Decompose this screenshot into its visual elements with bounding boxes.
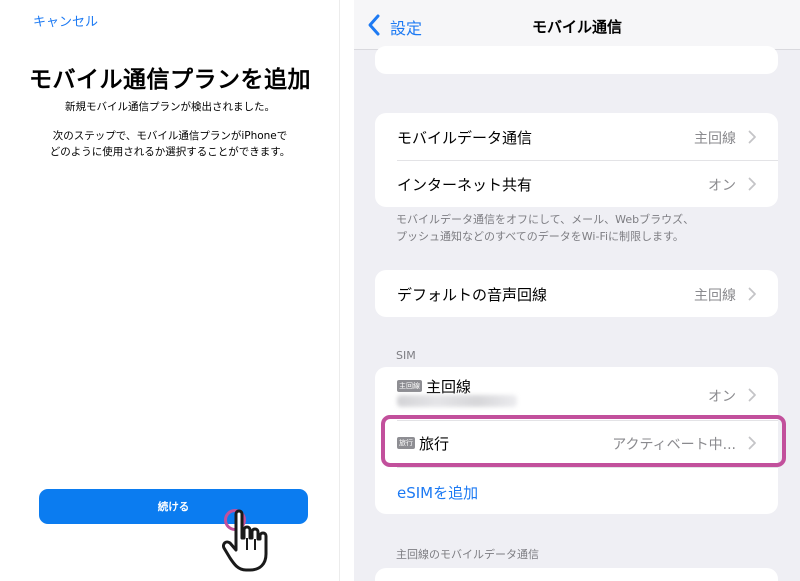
next-step-line-2: どのように使用されるか選択することができます。	[49, 146, 291, 159]
default-voice-label: デフォルトの音声回線	[397, 286, 548, 304]
primary-line-row[interactable]: 主回線 主回線 オン	[375, 367, 778, 420]
mobile-settings-screen: 設定 モバイル通信 モバイルデータ通信 主回線 インターネット共有 オン モバイ…	[354, 0, 800, 581]
hand-pointer-icon	[222, 509, 268, 572]
cancel-button[interactable]: キャンセル	[33, 11, 98, 30]
mobile-data-row[interactable]: モバイルデータ通信 主回線	[375, 113, 778, 160]
detected-message: 新規モバイル通信プランが検出されました。	[65, 101, 275, 113]
chevron-right-icon	[748, 130, 756, 144]
add-plan-screen: キャンセル モバイル通信プランを追加 新規モバイル通信プランが検出されました。 …	[0, 0, 340, 581]
hotspot-label: インターネット共有	[397, 176, 533, 194]
mobile-data-footnote: モバイルデータ通信をオフにして、メール、Webブラウズ、 プッシュ通知などのすべ…	[396, 211, 766, 245]
primary-line-name: 主回線	[426, 378, 472, 396]
default-voice-value: 主回線	[694, 288, 736, 304]
add-esim-button[interactable]: eSIMを追加	[397, 482, 478, 503]
row-divider	[397, 467, 778, 468]
page-title: モバイル通信プランを追加	[29, 67, 311, 93]
chevron-right-icon	[748, 388, 756, 402]
blurred-phone-number	[397, 395, 517, 407]
hotspot-row[interactable]: インターネット共有 オン	[375, 160, 778, 207]
bottom-settings-card	[375, 568, 778, 581]
highlight-box	[381, 415, 786, 467]
hotspot-value: オン	[708, 178, 736, 194]
primary-line-label: 主回線 主回線	[397, 376, 471, 397]
footnote-line-2: プッシュ通知などのすべてのデータをWi-Fiに制限します。	[396, 230, 684, 244]
nav-title: モバイル通信	[531, 18, 622, 36]
navigation-bar: 設定 モバイル通信	[354, 0, 800, 50]
top-settings-card	[375, 46, 778, 74]
data-settings-card: モバイルデータ通信 主回線 インターネット共有 オン	[375, 113, 778, 207]
primary-line-value: オン	[708, 389, 736, 405]
voice-settings-card: デフォルトの音声回線 主回線	[375, 270, 778, 317]
chevron-right-icon	[748, 287, 756, 301]
sim-section-header: SIM	[396, 349, 416, 362]
chevron-right-icon	[748, 177, 756, 191]
next-step-line-1: 次のステップで、モバイル通信プランがiPhoneで	[52, 130, 288, 142]
mobile-data-label: モバイルデータ通信	[397, 129, 533, 147]
default-voice-row[interactable]: デフォルトの音声回線 主回線	[375, 270, 778, 317]
primary-data-section-header: 主回線のモバイルデータ通信	[396, 548, 539, 561]
next-step-message: 次のステップで、モバイル通信プランがiPhoneで どのように使用されるか選択す…	[40, 128, 300, 161]
mobile-data-value: 主回線	[694, 131, 736, 147]
footnote-line-1: モバイルデータ通信をオフにして、メール、Webブラウズ、	[396, 213, 695, 226]
sim-badge: 主回線	[397, 379, 422, 392]
